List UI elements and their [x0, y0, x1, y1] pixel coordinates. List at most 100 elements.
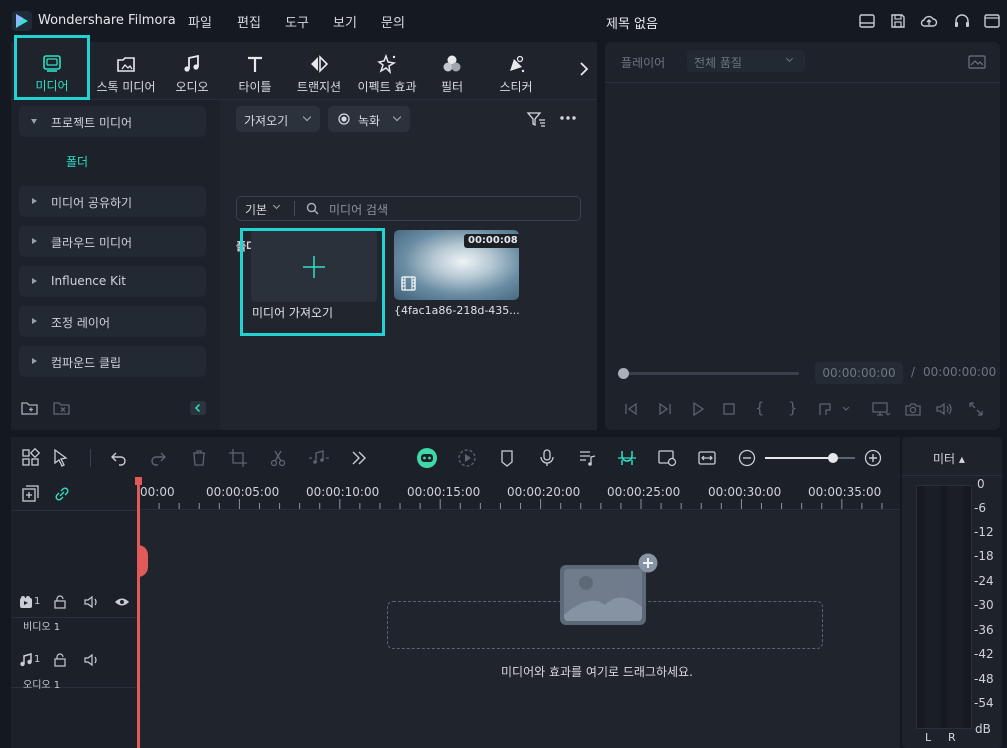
search-icon [306, 202, 319, 215]
more-options-icon[interactable] [558, 112, 578, 124]
tab-sticker[interactable]: 스티커 [486, 42, 546, 100]
previous-frame-icon[interactable] [623, 401, 639, 417]
ai-copilot-icon[interactable] [416, 447, 438, 469]
sidebar-item-label: 조정 레이어 [51, 316, 111, 330]
picture-in-picture-icon[interactable] [657, 448, 677, 468]
meter-label[interactable]: 미터 ▴ [933, 450, 965, 467]
lock-icon[interactable] [53, 653, 67, 667]
sidebar-item-project-media[interactable]: 프로젝트 미디어 [19, 106, 206, 137]
marker-dropdown-icon[interactable] [817, 401, 851, 417]
chevron-down-icon [272, 201, 281, 210]
headset-icon[interactable] [953, 12, 971, 30]
select-cursor-icon[interactable] [52, 448, 72, 468]
snapshot-camera-icon[interactable] [904, 401, 922, 417]
timeline-playhead[interactable] [137, 477, 140, 748]
marker-icon[interactable] [497, 448, 517, 468]
next-frame-icon[interactable] [657, 401, 673, 417]
asset-tab-bar: 미디어 스톡 미디어 오디오 타이틀 트랜지션 이펙트 효과 필터 스티커 [11, 35, 597, 100]
tab-filter[interactable]: 필터 [424, 42, 480, 100]
account-icon[interactable] [983, 12, 1001, 30]
menu-tools[interactable]: 도구 [285, 12, 309, 31]
media-search-box[interactable]: 기본 미디어 검색 [236, 196, 581, 221]
mark-in-icon[interactable]: { [755, 399, 765, 417]
current-time-display[interactable]: 00:00:00:00 [815, 362, 903, 384]
tab-media[interactable]: 미디어 [14, 35, 90, 100]
fullscreen-icon[interactable] [968, 401, 984, 417]
tab-title[interactable]: 타이틀 [225, 42, 285, 100]
tabs-scroll-right-icon[interactable] [577, 60, 591, 78]
play-icon[interactable] [690, 401, 706, 417]
tab-audio[interactable]: 오디오 [163, 42, 221, 100]
volume-icon[interactable] [935, 401, 955, 417]
zoom-slider-track[interactable] [765, 453, 855, 463]
collapse-sidebar-button[interactable] [190, 401, 206, 415]
display-settings-icon[interactable] [871, 401, 891, 417]
meter-scale-label: -42 [974, 647, 994, 661]
save-icon[interactable] [889, 12, 907, 30]
split-scissors-icon[interactable] [268, 448, 288, 468]
media-library-panel: 미디어 스톡 미디어 오디오 타이틀 트랜지션 이펙트 효과 필터 스티커 프로… [11, 35, 597, 430]
filter-sort-icon[interactable] [526, 110, 546, 128]
menu-help[interactable]: 문의 [381, 12, 405, 31]
cloud-upload-icon[interactable] [920, 12, 938, 30]
ruler-ticks [138, 499, 883, 509]
crop-icon[interactable] [228, 448, 248, 468]
sidebar-item-shared-media[interactable]: 미디어 공유하기 [19, 186, 206, 217]
menu-edit[interactable]: 편집 [237, 12, 261, 31]
zoom-out-icon[interactable] [737, 448, 757, 468]
record-dropdown[interactable]: 녹화 [328, 106, 410, 132]
lock-icon[interactable] [53, 595, 67, 609]
layout-grid-icon[interactable] [21, 448, 41, 468]
fit-timeline-icon[interactable] [697, 448, 717, 468]
zoom-slider-fill [765, 457, 833, 459]
render-preview-icon[interactable] [457, 448, 477, 468]
image-preview-icon[interactable] [968, 54, 986, 70]
undo-icon[interactable] [109, 448, 129, 468]
snap-magnet-icon[interactable] [617, 448, 637, 468]
speaker-icon[interactable] [84, 653, 100, 667]
total-time-display: 00:00:00:00 [923, 365, 997, 379]
playhead-handle[interactable] [135, 477, 142, 485]
playhead-grip[interactable] [138, 545, 148, 577]
playback-progress-track[interactable] [618, 368, 799, 379]
sidebar-item-influence-kit[interactable]: Influence Kit [19, 266, 206, 297]
record-dropdown-label: 녹화 [358, 114, 381, 128]
stop-icon[interactable] [721, 401, 737, 417]
sidebar-item-compound-clip[interactable]: 컴파운드 클립 [19, 346, 206, 377]
menu-file[interactable]: 파일 [188, 12, 212, 31]
tab-effects[interactable]: 이펙트 효과 [351, 42, 423, 100]
mark-out-icon[interactable]: } [788, 399, 798, 417]
media-clip-card[interactable]: 00:00:08 {4fac1a86-218d-435... [394, 230, 520, 330]
sidebar-folder[interactable]: 폴더 [66, 153, 88, 170]
add-track-icon[interactable] [21, 485, 39, 503]
zoom-slider-knob[interactable] [827, 453, 838, 463]
layout-icon[interactable] [858, 12, 876, 30]
sort-dropdown[interactable]: 기본 [245, 201, 267, 218]
quality-dropdown[interactable]: 전체 품질 [687, 50, 805, 72]
film-strip-icon [401, 276, 416, 291]
new-folder-icon[interactable] [21, 400, 39, 416]
auto-music-icon[interactable] [577, 448, 597, 468]
import-media-card[interactable]: 미디어 가져오기 [240, 228, 385, 336]
tab-stock-media[interactable]: 스톡 미디어 [91, 42, 161, 100]
menu-view[interactable]: 보기 [333, 12, 357, 31]
eye-icon[interactable] [114, 595, 130, 609]
tab-audio-label: 오디오 [175, 80, 209, 94]
delete-folder-icon[interactable] [53, 400, 71, 416]
video-track-icon [19, 595, 33, 609]
link-icon[interactable] [53, 485, 71, 503]
zoom-in-icon[interactable] [863, 448, 883, 468]
audio-edit-icon[interactable] [307, 448, 331, 468]
import-dropdown[interactable]: 가져오기 [236, 106, 320, 132]
more-tools-icon[interactable] [349, 448, 369, 468]
meter-bar-frame [916, 485, 972, 729]
delete-icon[interactable] [189, 448, 209, 468]
microphone-icon[interactable] [537, 448, 557, 468]
sidebar-item-adjustment-layer[interactable]: 조정 레이어 [19, 306, 206, 337]
redo-icon[interactable] [148, 448, 168, 468]
speaker-icon[interactable] [84, 595, 100, 609]
transition-icon [308, 53, 330, 75]
sidebar-item-cloud-media[interactable]: 클라우드 미디어 [19, 226, 206, 257]
tab-transition[interactable]: 트랜지션 [287, 42, 351, 100]
playhead-knob[interactable] [618, 368, 629, 379]
